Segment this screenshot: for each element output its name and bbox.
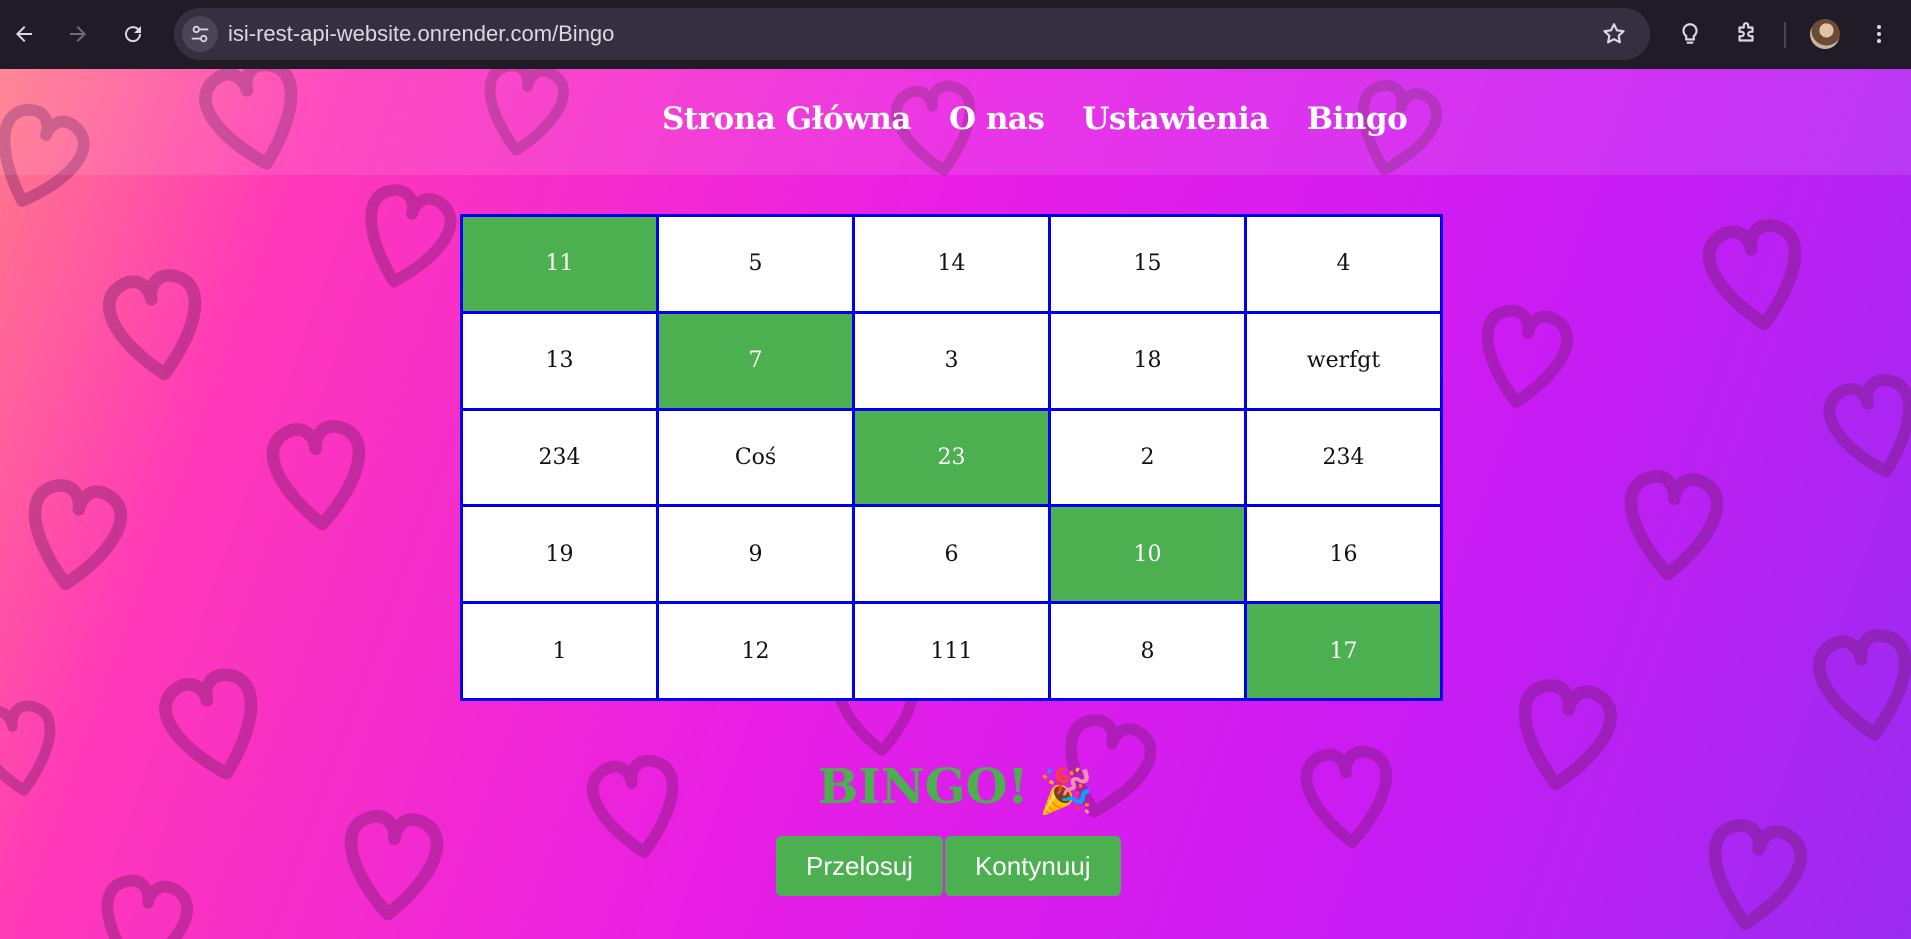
bingo-cell[interactable]: 9 (659, 507, 852, 602)
site-info-button[interactable] (182, 16, 218, 52)
bingo-cell[interactable]: 2 (1051, 410, 1244, 505)
bingo-cell[interactable]: 111 (855, 604, 1048, 698)
star-icon (1603, 23, 1625, 44)
extensions-button[interactable] (1729, 17, 1763, 51)
bingo-cell[interactable]: 1 (463, 604, 656, 698)
bulb-icon (1682, 23, 1698, 44)
action-buttons: Przelosuj Kontynuuj (776, 836, 1123, 896)
bingo-cell[interactable]: 234 (463, 410, 656, 505)
nav-item-settings[interactable]: Ustawienia (1082, 101, 1269, 137)
bingo-cell[interactable]: 8 (1051, 604, 1244, 698)
bingo-cell[interactable]: 23 (855, 410, 1048, 505)
bingo-result: BINGO! 🎉 (0, 759, 1911, 817)
bingo-cell[interactable]: 15 (1051, 217, 1244, 311)
bingo-cell[interactable]: 3 (855, 313, 1048, 408)
back-button[interactable] (7, 17, 41, 51)
bingo-cell[interactable]: 18 (1051, 313, 1244, 408)
bingo-cell[interactable]: 19 (463, 507, 656, 602)
profile-avatar[interactable] (1810, 19, 1840, 49)
toolbar-divider (1784, 22, 1786, 48)
tune-icon (191, 25, 209, 43)
url-text[interactable]: isi-rest-api-website.onrender.com/Bingo (228, 8, 614, 60)
bingo-cell[interactable]: 13 (463, 313, 656, 408)
bingo-cell[interactable]: 10 (1051, 507, 1244, 602)
bingo-cell[interactable]: 11 (463, 217, 656, 311)
browser-toolbar: isi-rest-api-website.onrender.com/Bingo (0, 0, 1911, 69)
puzzle-icon (1738, 22, 1754, 42)
bingo-cell[interactable]: 6 (855, 507, 1048, 602)
bingo-board: 11 5 14 15 4 13 7 3 18 werfgt 234 Coś 23 2 234 19 9 6 10 16… (460, 214, 1443, 701)
continue-button[interactable]: Kontynuuj (944, 836, 1121, 896)
bingo-cell[interactable]: 17 (1247, 604, 1440, 698)
address-bar[interactable]: isi-rest-api-website.onrender.com/Bingo (174, 8, 1650, 60)
reshuffle-button[interactable]: Przelosuj (776, 836, 943, 896)
arrow-left-icon (16, 26, 32, 42)
bingo-cell[interactable]: 16 (1247, 507, 1440, 602)
nav-item-bingo[interactable]: Bingo (1307, 101, 1408, 137)
bingo-cell[interactable]: 5 (659, 217, 852, 311)
menu-button[interactable] (1862, 17, 1896, 51)
bingo-cell[interactable]: 234 (1247, 410, 1440, 505)
lens-button[interactable] (1673, 17, 1707, 51)
page-background: Strona Główna O nas Ustawienia Bingo 11 5… (0, 69, 1911, 939)
nav-item-home[interactable]: Strona Główna (662, 101, 912, 137)
bingo-cell[interactable]: 14 (855, 217, 1048, 311)
top-navigation: Strona Główna O nas Ustawienia Bingo (0, 69, 1911, 175)
bingo-cell[interactable]: werfgt (1247, 313, 1440, 408)
bingo-cell[interactable]: 7 (659, 313, 852, 408)
bookmark-button[interactable] (1600, 20, 1628, 48)
bingo-text: BINGO! (817, 759, 1029, 815)
forward-button[interactable] (61, 17, 95, 51)
reload-button[interactable] (116, 17, 150, 51)
bingo-cell[interactable]: 12 (659, 604, 852, 698)
bingo-cell[interactable]: Coś (659, 410, 852, 505)
arrow-right-icon (70, 26, 86, 42)
nav-item-about[interactable]: O nas (949, 101, 1045, 137)
main-menu: Strona Główna O nas Ustawienia Bingo (662, 101, 1408, 137)
party-popper-icon: 🎉 (1038, 765, 1094, 817)
reload-icon (125, 26, 142, 43)
bingo-cell[interactable]: 4 (1247, 217, 1440, 311)
more-vertical-icon (1877, 25, 1881, 43)
